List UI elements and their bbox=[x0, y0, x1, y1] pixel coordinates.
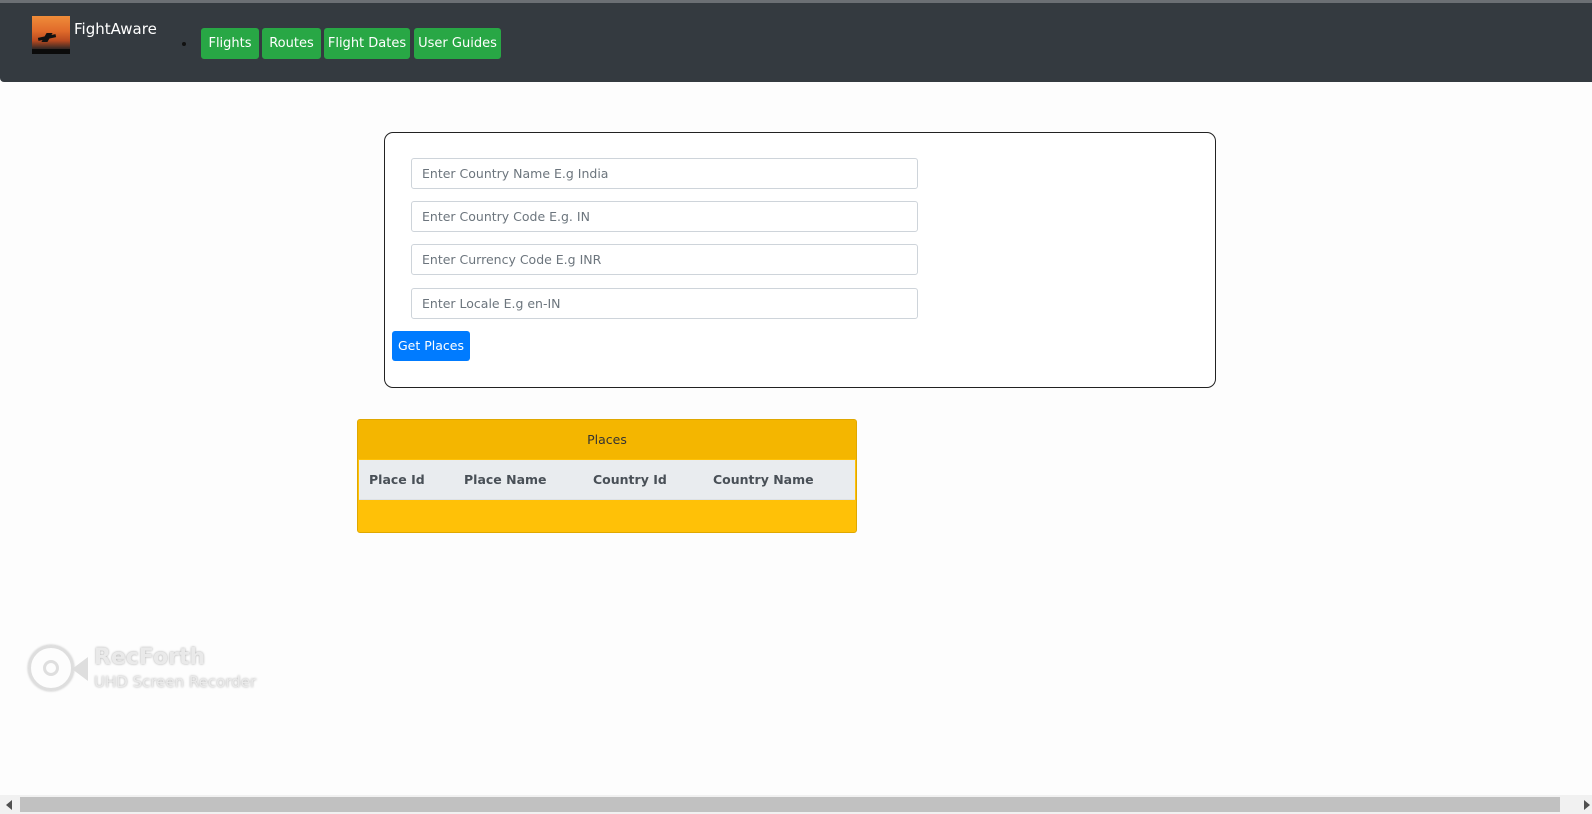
nav-user-guides-button[interactable]: User Guides bbox=[414, 28, 501, 59]
column-header-country-name: Country Name bbox=[713, 472, 814, 487]
brand-name[interactable]: FightAware bbox=[74, 20, 157, 38]
recorder-watermark: RecForth UHD Screen Recorder bbox=[28, 645, 268, 701]
nav-flight-dates-button[interactable]: Flight Dates bbox=[324, 28, 410, 59]
country-name-input[interactable] bbox=[411, 158, 918, 189]
scrollbar-thumb[interactable] bbox=[20, 797, 1560, 812]
column-header-place-id: Place Id bbox=[369, 472, 425, 487]
nav-flights-button[interactable]: Flights bbox=[201, 28, 259, 59]
places-table-card: Places Place Id Place Name Country Id Co… bbox=[357, 419, 857, 533]
nav-bullet-dot bbox=[182, 42, 186, 46]
currency-code-input[interactable] bbox=[411, 244, 918, 275]
navbar: FightAware Flights Routes Flight Dates U… bbox=[0, 3, 1592, 82]
brand-logo[interactable] bbox=[32, 16, 70, 54]
watermark-title: RecForth bbox=[94, 645, 206, 670]
country-code-input[interactable] bbox=[411, 201, 918, 232]
places-table-title: Places bbox=[358, 420, 856, 459]
get-places-button[interactable]: Get Places bbox=[392, 331, 470, 361]
scroll-left-arrow-icon[interactable] bbox=[6, 800, 12, 810]
logo-ground-strip bbox=[32, 49, 70, 54]
camera-play-icon bbox=[72, 657, 88, 681]
column-header-place-name: Place Name bbox=[464, 472, 547, 487]
places-table-header-row: Place Id Place Name Country Id Country N… bbox=[359, 460, 855, 500]
camera-lens-icon bbox=[28, 645, 74, 691]
column-header-country-id: Country Id bbox=[593, 472, 667, 487]
watermark-subtitle: UHD Screen Recorder bbox=[94, 673, 257, 691]
nav-routes-button[interactable]: Routes bbox=[262, 28, 321, 59]
scroll-right-arrow-icon[interactable] bbox=[1584, 800, 1590, 810]
locale-input[interactable] bbox=[411, 288, 918, 319]
horizontal-scrollbar[interactable] bbox=[0, 795, 1592, 814]
